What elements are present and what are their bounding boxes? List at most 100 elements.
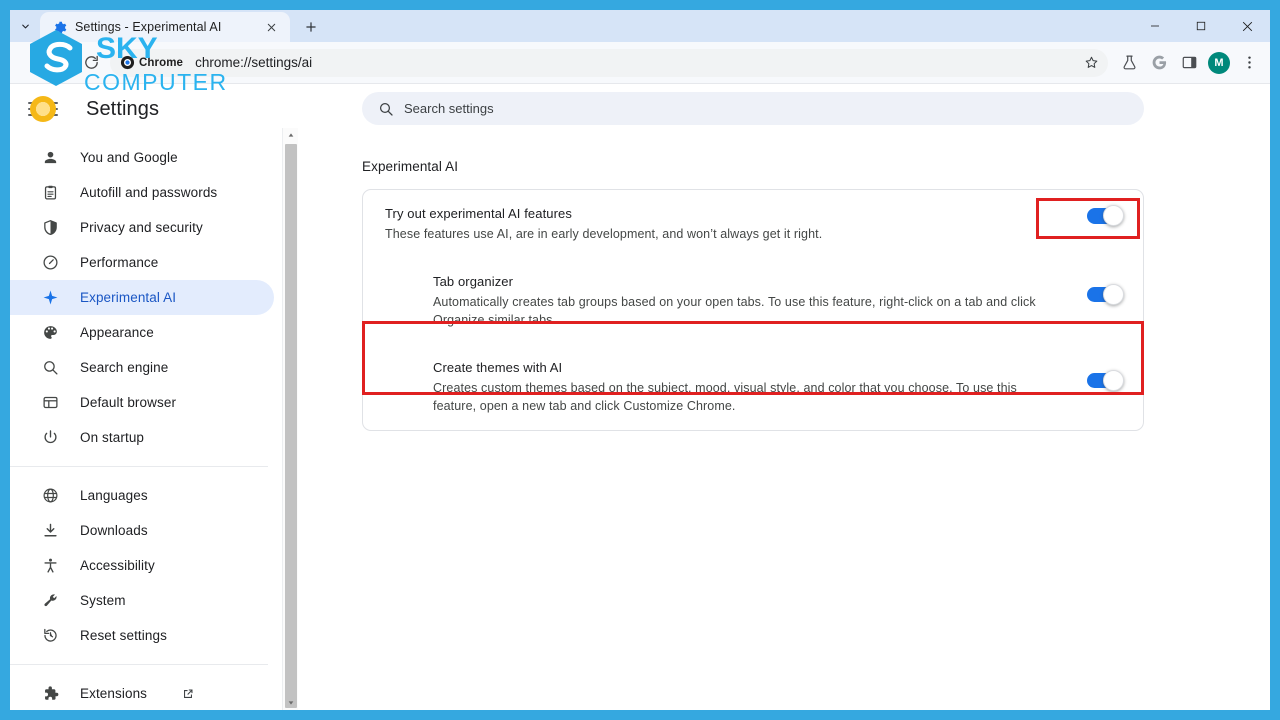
- minimize-button[interactable]: [1132, 10, 1178, 42]
- close-icon[interactable]: [262, 18, 280, 36]
- sidebar-item-experimental-ai[interactable]: Experimental AI: [10, 280, 274, 315]
- sidebar-item-appearance[interactable]: Appearance: [10, 315, 274, 350]
- palette-icon: [40, 324, 60, 341]
- clipboard-icon: [40, 184, 60, 201]
- tab-title: Settings - Experimental AI: [75, 20, 222, 34]
- row-description: Creates custom themes based on the subje…: [433, 381, 1017, 413]
- url-text: chrome://settings/ai: [195, 55, 313, 70]
- browser-window-icon: [40, 394, 60, 411]
- reload-button[interactable]: [76, 48, 106, 78]
- maximize-button[interactable]: [1178, 10, 1224, 42]
- external-link-icon[interactable]: [181, 687, 195, 701]
- star-icon: [1085, 56, 1097, 68]
- browser-tab[interactable]: Settings - Experimental AI: [40, 12, 290, 42]
- experimental-ai-card: Try out experimental AI features These f…: [362, 189, 1144, 431]
- setting-row-try-out-experimental-ai[interactable]: Try out experimental AI features These f…: [363, 190, 1143, 258]
- row-text: Create themes with AI Creates custom the…: [433, 359, 1087, 415]
- sidebar-scrollbar[interactable]: [282, 128, 298, 710]
- side-panel-button[interactable]: [1174, 48, 1204, 78]
- sidebar-item-languages[interactable]: Languages: [10, 478, 274, 513]
- sidebar-item-reset-settings[interactable]: Reset settings: [10, 618, 274, 653]
- tab-search-chevron-down-icon[interactable]: [10, 10, 40, 42]
- settings-main-content: Experimental AI Try out experimental AI …: [299, 134, 1270, 710]
- sidebar-item-extensions[interactable]: Extensions: [10, 676, 274, 710]
- setting-row-tab-organizer[interactable]: Tab organizer Automatically creates tab …: [363, 258, 1143, 344]
- back-button[interactable]: [16, 48, 46, 78]
- bookmark-star-icon[interactable]: [1080, 52, 1102, 74]
- sidebar-item-label: Accessibility: [80, 558, 155, 573]
- google-g-icon: [1152, 55, 1166, 70]
- scrollbar-thumb[interactable]: [285, 144, 297, 708]
- external-link-glyph: [184, 689, 193, 698]
- sidebar-item-downloads[interactable]: Downloads: [10, 513, 274, 548]
- sidebar-item-label: Autofill and passwords: [80, 185, 218, 200]
- wrench-icon: [40, 592, 60, 609]
- globe-icon: [40, 487, 60, 504]
- sidebar-item-label: Downloads: [80, 523, 148, 538]
- toggle-try-out-experimental-ai[interactable]: [1087, 205, 1124, 226]
- three-dot-menu-icon: [1247, 56, 1251, 69]
- reload-icon: [84, 55, 98, 69]
- sidebar-item-label: Search engine: [80, 360, 169, 375]
- flask-icon: [1122, 55, 1136, 70]
- search-icon: [40, 359, 60, 376]
- tab-strip: Settings - Experimental AI: [10, 10, 1270, 42]
- sidebar-item-performance[interactable]: Performance: [10, 245, 274, 280]
- forward-button[interactable]: [46, 48, 76, 78]
- sidebar-item-label: Privacy and security: [80, 220, 203, 235]
- sidebar-item-on-startup[interactable]: On startup: [10, 420, 274, 455]
- sidebar-item-default-browser[interactable]: Default browser: [10, 385, 274, 420]
- shield-icon: [40, 219, 60, 236]
- power-icon: [40, 429, 60, 446]
- sidebar-item-label: You and Google: [80, 150, 178, 165]
- sidebar-item-autofill-and-passwords[interactable]: Autofill and passwords: [10, 175, 274, 210]
- chrome-origin-chip[interactable]: Chrome: [120, 55, 183, 70]
- sidebar-item-accessibility[interactable]: Accessibility: [10, 548, 274, 583]
- chevron-down-icon: [21, 24, 29, 28]
- section-title: Experimental AI: [362, 159, 459, 174]
- setting-row-create-themes-with-ai[interactable]: Create themes with AI Creates custom the…: [363, 344, 1143, 430]
- hamburger-menu-icon[interactable]: [28, 94, 58, 124]
- sidebar-item-you-and-google[interactable]: You and Google: [10, 140, 274, 175]
- minimize-icon: [1151, 25, 1159, 27]
- search-input[interactable]: Search settings: [362, 92, 1144, 125]
- row-description: Automatically creates tab groups based o…: [433, 295, 1036, 327]
- row-description: These features use AI, are in early deve…: [385, 227, 823, 241]
- window-controls: [1132, 10, 1270, 42]
- chrome-icon: [120, 55, 135, 70]
- address-bar[interactable]: Chrome chrome://settings/ai: [110, 48, 1108, 77]
- row-title: Try out experimental AI features: [385, 206, 572, 221]
- toggle-create-themes-with-ai[interactable]: [1087, 370, 1124, 391]
- close-window-button[interactable]: [1224, 10, 1270, 42]
- sidebar-item-label: Performance: [80, 255, 159, 270]
- maximize-icon: [1196, 21, 1206, 31]
- speedometer-icon: [40, 254, 60, 271]
- sidebar-item-label: Extensions: [80, 686, 148, 701]
- row-title: Create themes with AI: [433, 360, 563, 375]
- menu-highlight-badge: [30, 96, 56, 122]
- search-settings-wrapper: Search settings: [362, 92, 1144, 125]
- sidebar-item-system[interactable]: System: [10, 583, 274, 618]
- scroll-up-arrow-icon[interactable]: [283, 128, 299, 142]
- new-tab-button[interactable]: [296, 12, 326, 42]
- close-icon-glyph: [267, 23, 275, 31]
- chrome-chip-label: Chrome: [139, 56, 184, 69]
- sidebar-item-label: System: [80, 593, 126, 608]
- sidebar-divider: [10, 466, 268, 467]
- google-account-button[interactable]: [1144, 48, 1174, 78]
- sidebar-item-label: Languages: [80, 488, 148, 503]
- toggle-tab-organizer[interactable]: [1087, 284, 1124, 305]
- profile-avatar-button[interactable]: M: [1204, 48, 1234, 78]
- browser-toolbar: Chrome chrome://settings/ai M: [10, 42, 1270, 84]
- toggle-knob: [1103, 370, 1124, 391]
- experiments-flask-button[interactable]: [1114, 48, 1144, 78]
- sidebar-divider: [10, 664, 268, 665]
- row-text: Try out experimental AI features These f…: [385, 205, 1087, 243]
- sidebar-item-about-chrome[interactable]: About Chrome: [10, 711, 274, 720]
- sparkle-icon: [40, 289, 60, 306]
- sidebar-item-search-engine[interactable]: Search engine: [10, 350, 274, 385]
- three-dot-menu-button[interactable]: [1234, 48, 1264, 78]
- sidebar-item-privacy-and-security[interactable]: Privacy and security: [10, 210, 274, 245]
- row-title: Tab organizer: [433, 274, 514, 289]
- scroll-down-arrow-icon[interactable]: [283, 696, 299, 710]
